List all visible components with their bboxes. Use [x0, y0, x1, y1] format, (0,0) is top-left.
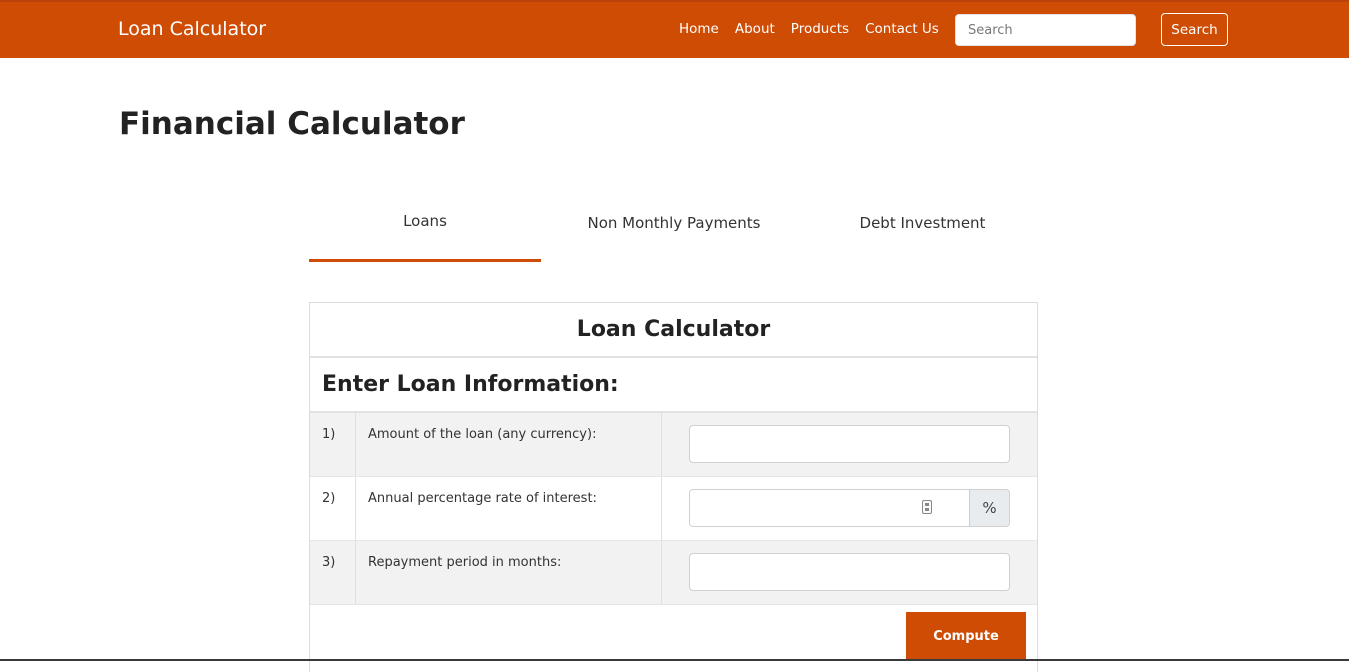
search-input[interactable] — [955, 14, 1136, 46]
nav-link-about[interactable]: About — [735, 21, 775, 38]
section-title: Enter Loan Information: — [310, 358, 1037, 413]
repayment-period-input[interactable] — [689, 553, 1010, 591]
nav-link-home[interactable]: Home — [679, 21, 719, 38]
navbar: Loan Calculator Home About Products Cont… — [0, 2, 1349, 58]
tab-loans[interactable]: Loans — [309, 196, 541, 262]
table-row: 1) Amount of the loan (any currency): — [310, 413, 1037, 477]
tab-non-monthly-payments[interactable]: Non Monthly Payments — [549, 196, 799, 262]
nav-link-contact[interactable]: Contact Us — [865, 21, 939, 38]
nav-links: Home About Products Contact Us — [679, 21, 955, 38]
row-field: % — [662, 477, 1037, 540]
table-row: 2) Annual percentage rate of interest: % — [310, 477, 1037, 541]
row-field — [662, 413, 1037, 476]
row-field — [662, 541, 1037, 604]
table-row: 3) Repayment period in months: — [310, 541, 1037, 605]
page-title: Financial Calculator — [119, 106, 465, 142]
tab-debt-investment[interactable]: Debt Investment — [805, 196, 1040, 262]
loan-amount-input[interactable] — [689, 425, 1010, 463]
row-label: Annual percentage rate of interest: — [356, 477, 662, 540]
percent-addon: % — [969, 489, 1010, 527]
nav-link-products[interactable]: Products — [791, 21, 849, 38]
brand-logo[interactable]: Loan Calculator — [118, 17, 266, 41]
number-spinner-icon[interactable] — [922, 500, 932, 514]
row-number: 3) — [310, 541, 356, 604]
row-label: Repayment period in months: — [356, 541, 662, 604]
row-number: 2) — [310, 477, 356, 540]
card-title: Loan Calculator — [310, 303, 1037, 358]
row-label: Amount of the loan (any currency): — [356, 413, 662, 476]
search-button[interactable]: Search — [1161, 13, 1228, 46]
calculator-tabs: Loans Non Monthly Payments Debt Investme… — [309, 196, 1038, 262]
row-number: 1) — [310, 413, 356, 476]
compute-button[interactable]: Compute — [906, 612, 1026, 661]
